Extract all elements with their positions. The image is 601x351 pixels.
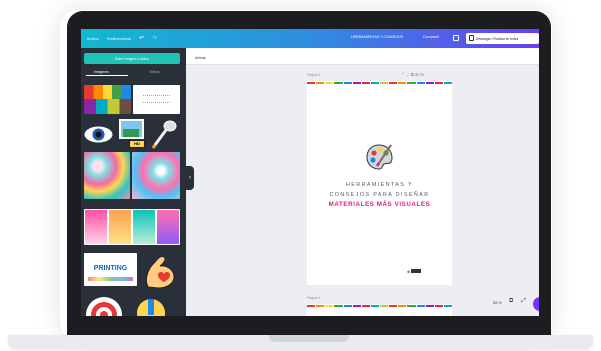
share-button[interactable]: Compartir	[423, 35, 439, 39]
menu-file[interactable]: Archivo	[87, 37, 99, 41]
sidebar-panel: Subir imagen o vídeo Imágenes Vídeos HD …	[81, 48, 186, 316]
publish-icon	[469, 35, 474, 41]
design-page-2[interactable]	[307, 304, 452, 316]
headline-line-1: HERRAMIENTAS Y	[345, 182, 414, 188]
undo-icon[interactable]: ↶	[139, 35, 144, 42]
laptop-mockup: Archivo Redimensionar ↶ ↷ HERRAMIENTAS Y…	[0, 0, 601, 351]
infographic-thumbnail[interactable]	[133, 85, 180, 114]
page-tools-icons[interactable]: ⌃ ⌄ ⧉ ⊞ ⊟	[401, 72, 424, 78]
tab-videos[interactable]: Vídeos	[149, 70, 160, 74]
printing-thumbnail[interactable]: PRINTING	[84, 253, 137, 286]
target-icon-thumbnail[interactable]	[84, 295, 124, 316]
publish-button[interactable]: Descargar / Publicar en redes	[466, 33, 539, 44]
publish-label: Descargar / Publicar en redes	[476, 36, 519, 41]
gradients-thumbnail[interactable]	[84, 209, 180, 245]
color-palette-thumbnail[interactable]	[84, 85, 131, 114]
redo-icon[interactable]: ↷	[152, 35, 157, 42]
canvas-toolbar: Animar	[186, 48, 539, 65]
zoom-level[interactable]: 58 %	[493, 300, 502, 305]
tab-images[interactable]: Imágenes	[94, 70, 109, 74]
animate-button[interactable]: Animar	[195, 56, 206, 60]
active-tab-underline	[86, 75, 128, 76]
help-button[interactable]	[533, 297, 539, 311]
collapse-panel-button[interactable]: ‹	[186, 166, 194, 190]
fullscreen-icon[interactable]: ⤢	[521, 298, 526, 305]
hd-badge: HD	[129, 140, 145, 148]
microphone-icon-thumbnail[interactable]	[150, 117, 180, 150]
eye-icon-thumbnail[interactable]	[83, 119, 114, 150]
headline-line-2: CONSEJOS PARA DISEÑAR	[329, 192, 430, 198]
arm-heart-icon-thumbnail[interactable]	[140, 251, 180, 291]
balls-photo-thumbnail[interactable]	[84, 152, 130, 199]
menu-resize[interactable]: Redimensionar	[107, 37, 131, 41]
page-1-label: Página 1	[307, 73, 321, 77]
upload-media-button[interactable]: Subir imagen o vídeo	[84, 53, 180, 64]
hd-image-icon-thumbnail[interactable]: HD	[117, 117, 147, 150]
laptop-notch	[269, 335, 349, 342]
printing-label: PRINTING	[93, 265, 128, 272]
analytics-icon[interactable]	[453, 35, 459, 41]
pencil-icon-thumbnail[interactable]	[136, 295, 166, 316]
design-page-1[interactable]: HERRAMIENTAS Y CONSEJOS PARA DISEÑAR MAT…	[307, 81, 452, 285]
brand-logo: ✱	[407, 269, 421, 274]
top-color-strip-2	[307, 305, 452, 307]
headline-highlight: MATERIALES MÁS VISUALES	[328, 201, 431, 208]
page-grid-icon[interactable]: ⧉	[509, 298, 513, 305]
top-color-strip	[307, 82, 452, 84]
design-title[interactable]: HERRAMIENTAS Y CONSEJOS	[351, 35, 403, 39]
pattern-photo-thumbnail[interactable]	[132, 152, 180, 199]
paint-palette-icon	[365, 143, 395, 171]
page-2-label: Página 2	[307, 296, 321, 300]
editor-screen: Archivo Redimensionar ↶ ↷ HERRAMIENTAS Y…	[81, 29, 539, 316]
